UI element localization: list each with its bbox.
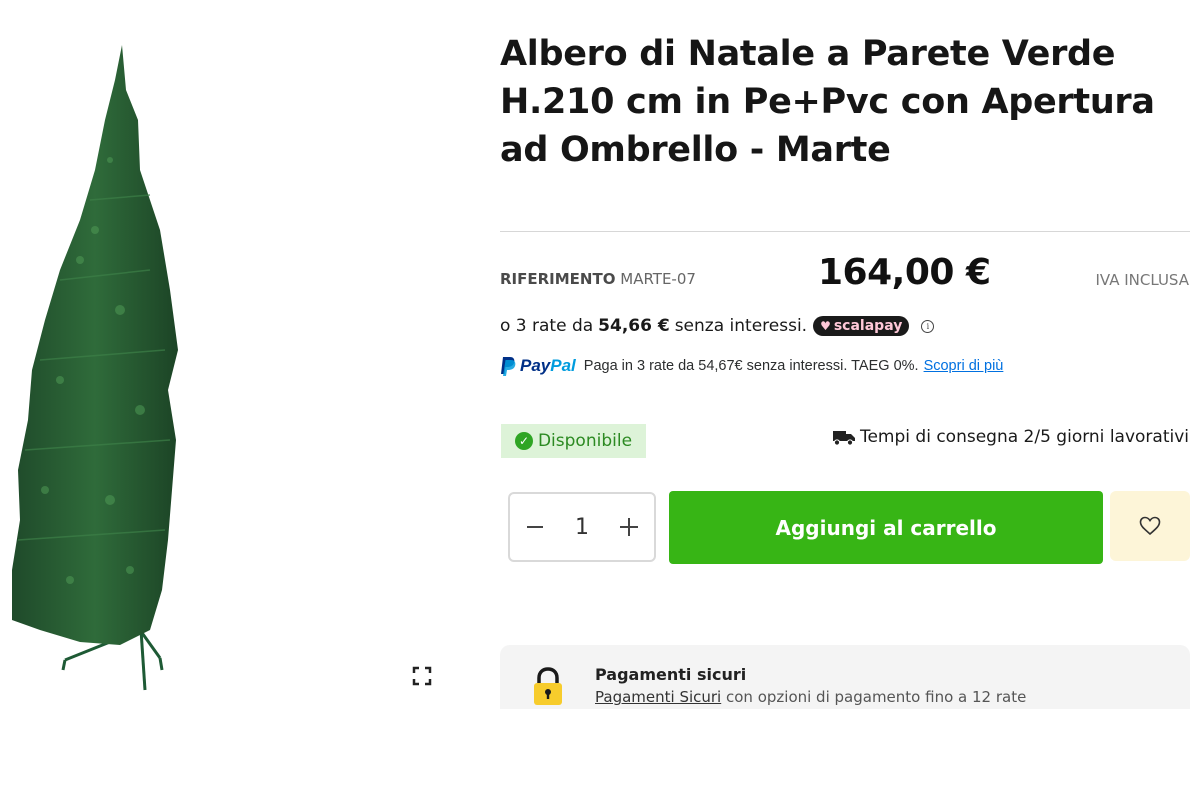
divider xyxy=(500,231,1190,232)
secure-payments-link[interactable]: Pagamenti Sicuri xyxy=(595,688,721,706)
secure-payments-description: Pagamenti Sicuri con opzioni di pagament… xyxy=(595,688,1026,706)
plus-icon xyxy=(620,518,638,536)
secure-payments-card: Pagamenti sicuri Pagamenti Sicuri con op… xyxy=(500,645,1190,709)
scalapay-badge[interactable]: ♥ scalapay xyxy=(813,316,910,336)
lock-icon xyxy=(534,667,562,705)
delivery-text: Tempi di consegna 2/5 giorni lavorativi xyxy=(859,427,1189,447)
scalapay-brand: scalapay xyxy=(833,318,903,334)
wishlist-button[interactable] xyxy=(1110,491,1190,561)
quantity-input[interactable] xyxy=(560,513,604,541)
increase-quantity-button[interactable] xyxy=(616,514,642,540)
reference-label: RIFERIMENTO xyxy=(500,270,616,288)
availability-badge: ✓ Disponibile xyxy=(501,424,646,458)
quantity-stepper xyxy=(508,492,656,562)
check-icon: ✓ xyxy=(514,432,533,450)
paypal-installments: PayPal Paga in 3 rate da 54,67€ senza in… xyxy=(500,356,1003,376)
delivery-time: Tempi di consegna 2/5 giorni lavorativi xyxy=(832,427,1189,447)
product-title: Albero di Natale a Parete Verde H.210 cm… xyxy=(500,34,1155,170)
paypal-brand-pal: Pal xyxy=(550,356,576,375)
expand-icon xyxy=(412,666,432,686)
paypal-logo: PayPal xyxy=(500,356,576,376)
scalapay-suffix: senza interessi. xyxy=(674,316,808,336)
truck-icon xyxy=(832,431,855,446)
paypal-icon xyxy=(501,357,516,376)
info-icon[interactable]: i xyxy=(921,319,935,333)
secure-payments-text: con opzioni di pagamento fino a 12 rate xyxy=(726,688,1027,706)
decrease-quantity-button[interactable] xyxy=(522,514,548,540)
scalapay-prefix: o 3 rate da xyxy=(500,316,594,336)
add-to-cart-button[interactable]: Aggiungi al carrello xyxy=(669,491,1103,564)
scalapay-amount: 54,66 € xyxy=(598,316,670,336)
product-image[interactable] xyxy=(0,30,300,710)
paypal-text: Paga in 3 rate da 54,67€ senza interessi… xyxy=(583,358,919,374)
vat-note: IVA INCLUSA xyxy=(1095,271,1189,289)
reference-code: MARTE-07 xyxy=(620,270,696,288)
scalapay-installments: o 3 rate da 54,66 € senza interessi. ♥ s… xyxy=(500,316,935,336)
heart-icon xyxy=(1139,516,1161,536)
scalapay-heart-icon: ♥ xyxy=(820,319,831,333)
expand-image-button[interactable] xyxy=(406,660,438,692)
availability-status: Disponibile xyxy=(537,431,633,451)
paypal-learn-more-link[interactable]: Scopri di più xyxy=(924,358,1004,374)
product-reference: RIFERIMENTO MARTE-07 xyxy=(500,270,696,288)
secure-payments-title: Pagamenti sicuri xyxy=(595,665,747,684)
paypal-brand-pay: Pay xyxy=(520,356,551,375)
product-price: 164,00 € xyxy=(818,252,991,293)
minus-icon xyxy=(527,526,543,528)
